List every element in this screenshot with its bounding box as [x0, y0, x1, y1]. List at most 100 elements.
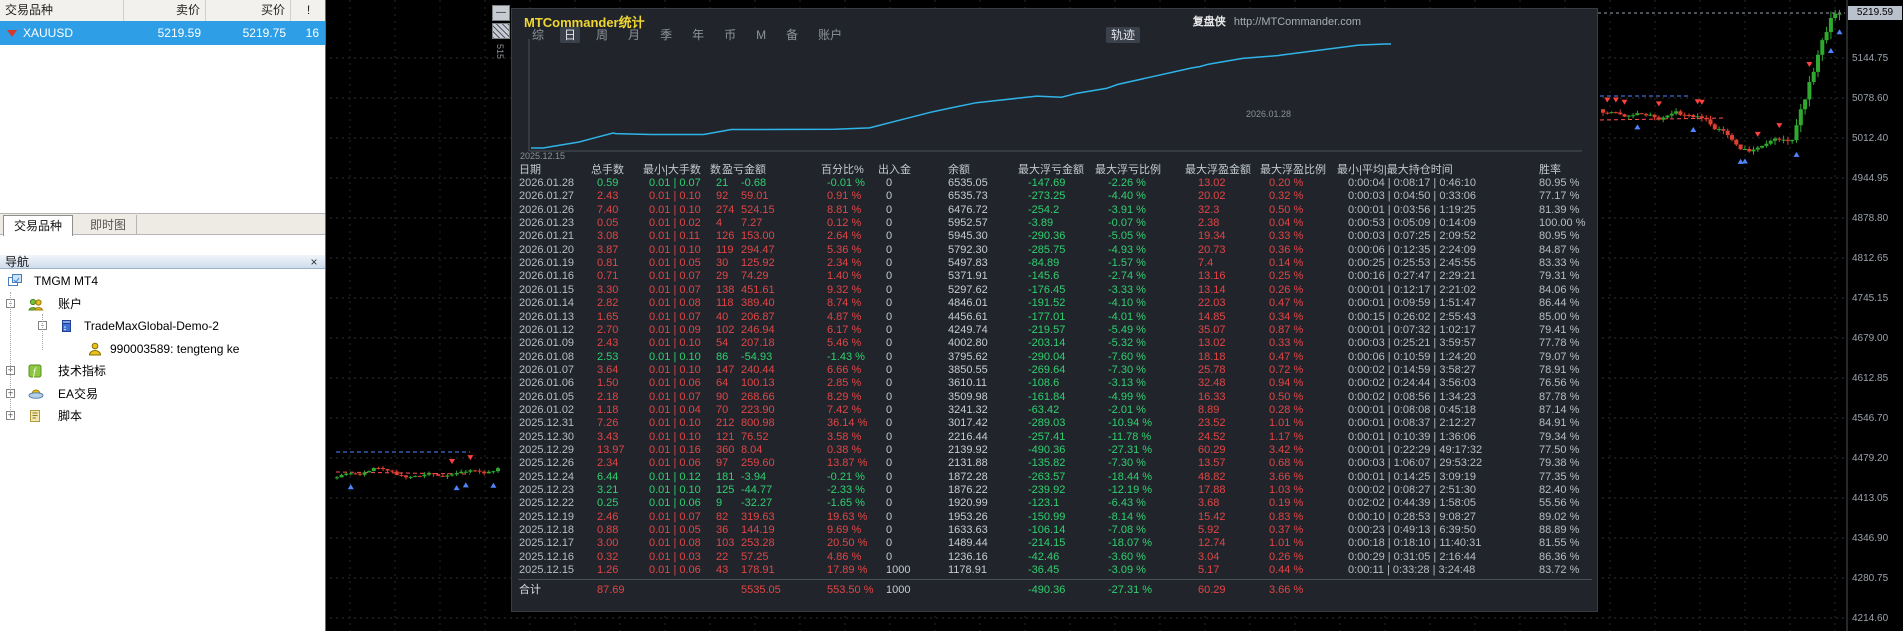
- table-cell: 32.48: [1198, 377, 1226, 390]
- table-cell: 212: [716, 417, 735, 430]
- col-ask[interactable]: 买价: [206, 0, 291, 21]
- col-symbol[interactable]: 交易品种: [0, 0, 124, 21]
- table-cell: 2.82: [597, 297, 619, 310]
- table-cell: 0: [886, 363, 893, 376]
- table-cell: -7.30 %: [1108, 457, 1146, 470]
- candle-up: [348, 473, 353, 475]
- table-cell: 4249.74: [948, 323, 988, 336]
- table-cell: 0.25: [597, 497, 619, 510]
- table-cell: -4.01 %: [1108, 310, 1146, 323]
- candle-down: [440, 475, 445, 477]
- table-cell: 207.18: [741, 337, 775, 350]
- sidebar-item-5[interactable]: + EA交易: [0, 385, 326, 405]
- table-cell: -2.01 %: [1108, 403, 1146, 416]
- buy-arrow-marker: [1741, 158, 1748, 164]
- table-cell: 0:00:01 | 0:10:39 | 1:36:06: [1348, 430, 1477, 443]
- table-cell: 87.14 %: [1539, 403, 1580, 416]
- table-cell: 76.52: [741, 430, 769, 443]
- table-cell: 13.87 %: [827, 457, 868, 470]
- table-cell: 0.33 %: [1269, 230, 1304, 243]
- table-cell: -4.93 %: [1108, 243, 1146, 256]
- table-cell: 5.17: [1198, 564, 1220, 577]
- table-cell: 2026.01.12: [519, 323, 575, 336]
- table-cell: 0.01 | 0.06: [649, 564, 701, 577]
- sidebar-item-1[interactable]: - 账户: [0, 295, 326, 315]
- chart-pattern-button[interactable]: [492, 23, 510, 39]
- buy-arrow-marker: [490, 482, 497, 488]
- table-cell: 2026.01.14: [519, 297, 575, 310]
- table-cell: 0:00:01 | 0:07:32 | 1:02:17: [1348, 323, 1477, 336]
- table-cell: 0.01 | 0.04: [649, 403, 701, 416]
- table-cell: 0:00:04 | 0:08:17 | 0:46:10: [1348, 177, 1477, 189]
- sidebar-item-4[interactable]: + f 技术指标: [0, 362, 326, 382]
- table-cell: 319.63: [741, 510, 775, 523]
- table-cell: -54.93: [741, 350, 773, 363]
- table-cell: 268.66: [741, 390, 775, 403]
- table-cell: 4.86 %: [827, 550, 862, 563]
- table-cell: 84.06 %: [1539, 283, 1580, 296]
- total-cell: 合计: [519, 584, 541, 596]
- table-cell: 2025.12.19: [519, 510, 575, 523]
- buy-arrow-marker: [1634, 124, 1641, 130]
- table-cell: 7.26: [597, 417, 619, 430]
- table-cell: 0.68 %: [1269, 457, 1304, 470]
- table-cell: -84.89: [1028, 257, 1060, 270]
- chart-minimize-button[interactable]: —: [492, 5, 510, 21]
- table-cell: -147.69: [1028, 177, 1066, 189]
- sidebar-item-3[interactable]: 990003589: tengteng ke: [0, 340, 326, 360]
- candle-up: [339, 474, 344, 478]
- total-cell: -27.31 %: [1108, 584, 1153, 596]
- col-spread[interactable]: !: [291, 0, 326, 21]
- tab-symbols[interactable]: 交易品种: [3, 215, 74, 236]
- table-cell: 0: [886, 457, 893, 470]
- price-axis-label: 4878.80: [1852, 213, 1889, 224]
- table-cell: 80.95 %: [1539, 230, 1580, 243]
- mt4-window: 5144.75 5078.60 5012.40 4944.95 4878.80 4812.…: [0, 0, 1903, 631]
- table-cell: 1633.63: [948, 524, 988, 537]
- sidebar-item-0[interactable]: TMGM MT4: [0, 272, 326, 292]
- symbol-row-xauusd[interactable]: XAUUSD 5219.59 5219.75 16: [0, 21, 325, 45]
- table-cell: 5497.83: [948, 257, 988, 270]
- table-cell: 7.40: [597, 203, 619, 216]
- table-cell: 20.73: [1198, 243, 1226, 256]
- buy-arrow-marker: [1690, 126, 1697, 132]
- table-cell: -7.08 %: [1108, 524, 1146, 537]
- table-cell: 3.58 %: [827, 430, 862, 443]
- table-cell: 0.47 %: [1269, 297, 1304, 310]
- table-cell: 19.34: [1198, 230, 1226, 243]
- table-cell: 24.52: [1198, 430, 1226, 443]
- tab-tick-chart[interactable]: 即时图: [80, 215, 138, 235]
- table-cell: -176.45: [1028, 283, 1066, 296]
- table-cell: 0.04 %: [1269, 217, 1304, 230]
- table-header-7: 余额: [948, 164, 970, 176]
- sidebar-item-6[interactable]: + 脚本: [0, 407, 326, 427]
- table-cell: 1.65: [597, 310, 619, 323]
- table-cell: 800.98: [741, 417, 775, 430]
- tree-connector: [10, 292, 11, 420]
- table-cell: 246.94: [741, 323, 775, 336]
- sidebar-item-2[interactable]: - TradeMaxGlobal-Demo-2: [0, 317, 326, 337]
- table-cell: 2026.01.05: [519, 390, 575, 403]
- navigator-close-icon[interactable]: ×: [307, 255, 321, 270]
- candle-up: [1665, 115, 1670, 118]
- candle-up: [1669, 113, 1674, 116]
- server-icon: [60, 319, 75, 333]
- candle-down: [353, 473, 358, 475]
- candle-down: [1605, 112, 1610, 114]
- table-cell: 0:00:02 | 0:24:44 | 3:56:03: [1348, 377, 1477, 390]
- col-bid[interactable]: 卖价: [124, 0, 206, 21]
- table-cell: 0.28 %: [1269, 403, 1304, 416]
- table-cell: 1236.16: [948, 550, 988, 563]
- table-cell: -44.77: [741, 484, 773, 497]
- table-cell: 0: [886, 417, 893, 430]
- table-cell: 0: [886, 403, 893, 416]
- table-cell: -177.01: [1028, 310, 1066, 323]
- table-cell: -263.57: [1028, 470, 1066, 483]
- table-cell: 3.42 %: [1269, 444, 1304, 456]
- price-axis-label: 4413.05: [1852, 493, 1889, 504]
- candle-up: [1811, 71, 1816, 83]
- table-cell: 84.91 %: [1539, 417, 1580, 430]
- table-cell: 0.01 | 0.11: [649, 230, 700, 243]
- table-cell: 0.01 | 0.02: [649, 217, 701, 230]
- candle-down: [1730, 135, 1734, 140]
